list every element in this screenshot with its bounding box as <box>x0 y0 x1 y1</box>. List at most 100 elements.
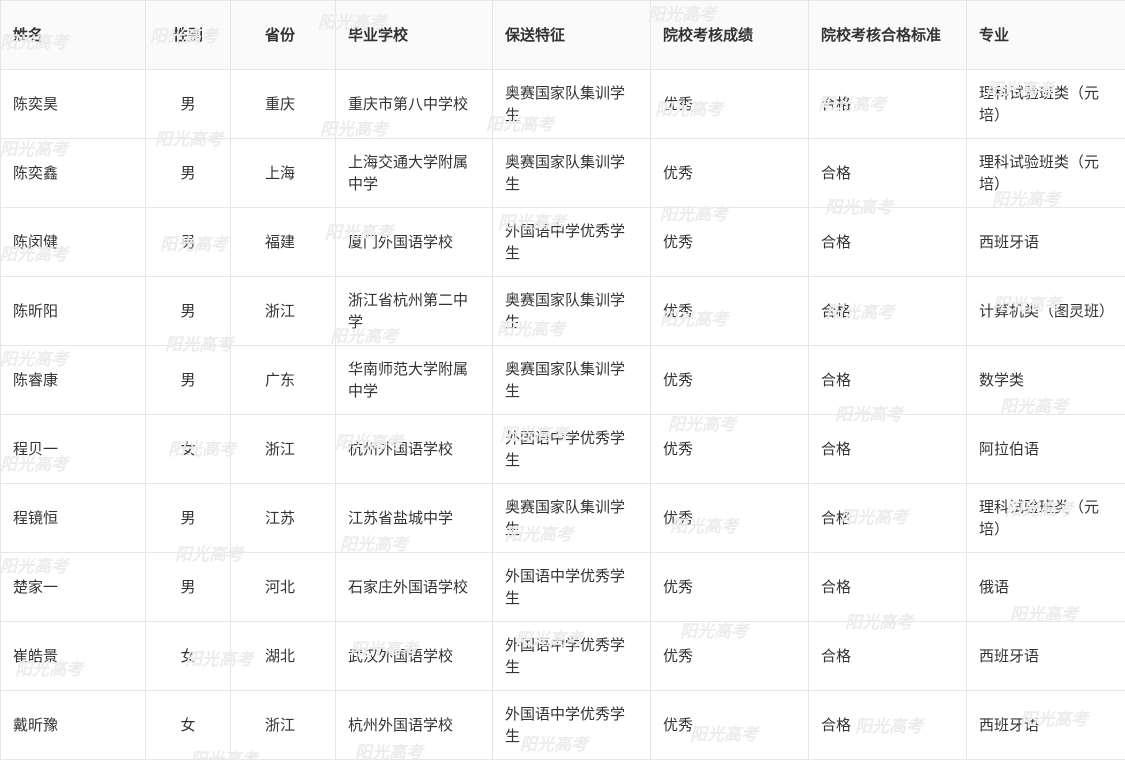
score-cell: 优秀 <box>650 345 809 415</box>
gender-cell: 男 <box>145 276 231 346</box>
score-cell: 优秀 <box>650 414 809 484</box>
province-cell: 湖北 <box>230 621 336 691</box>
province-cell: 浙江 <box>230 414 336 484</box>
admission-table: 姓名 性别 省份 毕业学校 保送特征 院校考核成绩 院校考核合格标准 专业 陈奕… <box>0 0 1125 760</box>
school-cell: 杭州外国语学校 <box>335 414 493 484</box>
standard-cell: 合格 <box>808 690 967 760</box>
province-cell: 上海 <box>230 138 336 208</box>
table-row: 戴昕豫女浙江 杭州外国语学校 外国语中学优秀学生 优秀 合格 西班牙语 <box>0 690 1125 760</box>
school-cell: 厦门外国语学校 <box>335 207 493 277</box>
feature-cell: 奥赛国家队集训学生 <box>492 345 651 415</box>
feature-cell: 外国语中学优秀学生 <box>492 207 651 277</box>
name-cell: 陈奕昊 <box>0 69 146 139</box>
col-header-school: 毕业学校 <box>335 0 493 70</box>
major-cell: 俄语 <box>966 552 1125 622</box>
standard-cell: 合格 <box>808 621 967 691</box>
school-cell: 江苏省盐城中学 <box>335 483 493 553</box>
province-cell: 重庆 <box>230 69 336 139</box>
name-cell: 程镜恒 <box>0 483 146 553</box>
table-row: 程镜恒男江苏 江苏省盐城中学 奥赛国家队集训学生 优秀 合格 理科试验班类（元培） <box>0 483 1125 553</box>
col-header-name: 姓名 <box>0 0 146 70</box>
score-cell: 优秀 <box>650 690 809 760</box>
score-cell: 优秀 <box>650 276 809 346</box>
table-row: 陈睿康男广东 华南师范大学附属中学 奥赛国家队集训学生 优秀 合格 数学类 <box>0 345 1125 415</box>
name-cell: 程贝一 <box>0 414 146 484</box>
school-cell: 武汉外国语学校 <box>335 621 493 691</box>
province-cell: 河北 <box>230 552 336 622</box>
school-cell: 杭州外国语学校 <box>335 690 493 760</box>
major-cell: 数学类 <box>966 345 1125 415</box>
table-row: 程贝一女浙江 杭州外国语学校 外国语中学优秀学生 优秀 合格 阿拉伯语 <box>0 414 1125 484</box>
gender-cell: 女 <box>145 414 231 484</box>
gender-cell: 男 <box>145 552 231 622</box>
gender-cell: 男 <box>145 345 231 415</box>
major-cell: 理科试验班类（元培） <box>966 483 1125 553</box>
name-cell: 陈奕鑫 <box>0 138 146 208</box>
gender-cell: 男 <box>145 207 231 277</box>
name-cell: 陈睿康 <box>0 345 146 415</box>
col-header-feature: 保送特征 <box>492 0 651 70</box>
table-row: 陈昕阳男浙江 浙江省杭州第二中学 奥赛国家队集训学生 优秀 合格 计算机类（图灵班） <box>0 276 1125 346</box>
feature-cell: 奥赛国家队集训学生 <box>492 69 651 139</box>
score-cell: 优秀 <box>650 207 809 277</box>
gender-cell: 男 <box>145 138 231 208</box>
standard-cell: 合格 <box>808 345 967 415</box>
feature-cell: 外国语中学优秀学生 <box>492 552 651 622</box>
standard-cell: 合格 <box>808 207 967 277</box>
table-row: 楚家一男河北 石家庄外国语学校 外国语中学优秀学生 优秀 合格 俄语 <box>0 552 1125 622</box>
feature-cell: 外国语中学优秀学生 <box>492 621 651 691</box>
gender-cell: 男 <box>145 69 231 139</box>
gender-cell: 女 <box>145 690 231 760</box>
school-cell: 重庆市第八中学校 <box>335 69 493 139</box>
school-cell: 浙江省杭州第二中学 <box>335 276 493 346</box>
province-cell: 广东 <box>230 345 336 415</box>
standard-cell: 合格 <box>808 414 967 484</box>
major-cell: 西班牙语 <box>966 690 1125 760</box>
table-row: 崔皓景女湖北 武汉外国语学校 外国语中学优秀学生 优秀 合格 西班牙语 <box>0 621 1125 691</box>
standard-cell: 合格 <box>808 483 967 553</box>
province-cell: 浙江 <box>230 276 336 346</box>
table-row: 陈奕昊男重庆 重庆市第八中学校 奥赛国家队集训学生 优秀 合格 理科试验班类（元培） <box>0 69 1125 139</box>
school-cell: 石家庄外国语学校 <box>335 552 493 622</box>
name-cell: 陈昕阳 <box>0 276 146 346</box>
school-cell: 上海交通大学附属中学 <box>335 138 493 208</box>
major-cell: 阿拉伯语 <box>966 414 1125 484</box>
major-cell: 计算机类（图灵班） <box>966 276 1125 346</box>
standard-cell: 合格 <box>808 276 967 346</box>
major-cell: 西班牙语 <box>966 207 1125 277</box>
major-cell: 西班牙语 <box>966 621 1125 691</box>
standard-cell: 合格 <box>808 138 967 208</box>
province-cell: 江苏 <box>230 483 336 553</box>
score-cell: 优秀 <box>650 552 809 622</box>
school-cell: 华南师范大学附属中学 <box>335 345 493 415</box>
feature-cell: 奥赛国家队集训学生 <box>492 483 651 553</box>
major-cell: 理科试验班类（元培） <box>966 138 1125 208</box>
score-cell: 优秀 <box>650 621 809 691</box>
table-row: 陈闵健男福建 厦门外国语学校 外国语中学优秀学生 优秀 合格 西班牙语 <box>0 207 1125 277</box>
header-row: 姓名 性别 省份 毕业学校 保送特征 院校考核成绩 院校考核合格标准 专业 <box>0 0 1125 70</box>
feature-cell: 外国语中学优秀学生 <box>492 690 651 760</box>
standard-cell: 合格 <box>808 552 967 622</box>
score-cell: 优秀 <box>650 69 809 139</box>
score-cell: 优秀 <box>650 483 809 553</box>
table-row: 陈奕鑫男上海 上海交通大学附属中学 奥赛国家队集训学生 优秀 合格 理科试验班类（元培） <box>0 138 1125 208</box>
name-cell: 陈闵健 <box>0 207 146 277</box>
province-cell: 浙江 <box>230 690 336 760</box>
col-header-province: 省份 <box>230 0 336 70</box>
standard-cell: 合格 <box>808 69 967 139</box>
score-cell: 优秀 <box>650 138 809 208</box>
name-cell: 崔皓景 <box>0 621 146 691</box>
province-cell: 福建 <box>230 207 336 277</box>
gender-cell: 女 <box>145 621 231 691</box>
major-cell: 理科试验班类（元培） <box>966 69 1125 139</box>
feature-cell: 外国语中学优秀学生 <box>492 414 651 484</box>
gender-cell: 男 <box>145 483 231 553</box>
col-header-major: 专业 <box>966 0 1125 70</box>
name-cell: 戴昕豫 <box>0 690 146 760</box>
feature-cell: 奥赛国家队集训学生 <box>492 138 651 208</box>
col-header-standard: 院校考核合格标准 <box>808 0 967 70</box>
name-cell: 楚家一 <box>0 552 146 622</box>
col-header-gender: 性别 <box>145 0 231 70</box>
feature-cell: 奥赛国家队集训学生 <box>492 276 651 346</box>
col-header-score: 院校考核成绩 <box>650 0 809 70</box>
